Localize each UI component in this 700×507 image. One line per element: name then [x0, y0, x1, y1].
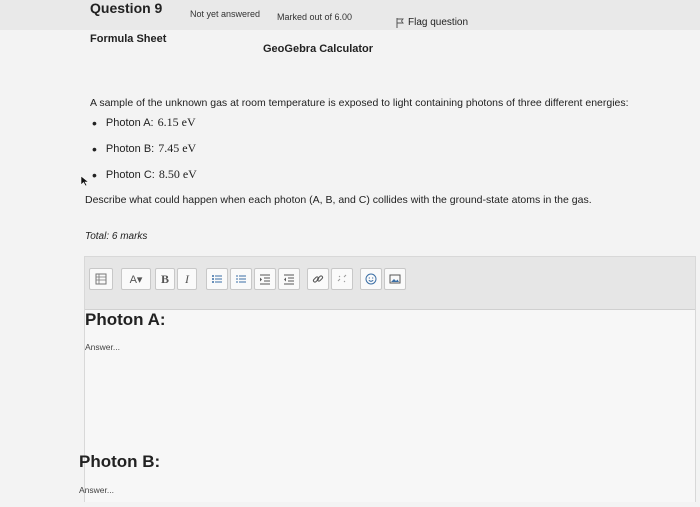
question-number: Question 9 — [90, 0, 163, 16]
photon-c-item: • Photon C: 8.50 eV — [92, 167, 197, 182]
link-button[interactable] — [307, 268, 329, 290]
unlink-icon — [337, 274, 347, 283]
photon-b-item: • Photon B: 7.45 eV — [92, 141, 196, 156]
indent-icon — [260, 274, 270, 285]
flag-icon — [396, 17, 404, 28]
photon-c-label: Photon C: — [105, 168, 155, 181]
total-marks: Total: 6 marks — [85, 231, 148, 242]
question-marks: Marked out of 6.00 — [277, 12, 353, 22]
flag-question-link[interactable]: Flag question — [396, 17, 468, 28]
bullet-icon: • — [92, 114, 97, 131]
question-prompt: Describe what could happen when each pho… — [85, 194, 592, 206]
editor-toolbar: A▾ B I — [85, 257, 695, 310]
photon-a-heading: Photon A: — [85, 310, 166, 329]
cursor-icon — [80, 175, 90, 187]
bullet-list-icon — [212, 275, 222, 283]
flag-question-label: Flag question — [408, 17, 469, 28]
unlink-button[interactable] — [331, 268, 353, 290]
outdent-icon — [284, 274, 294, 285]
photon-a-item: • Photon A: 6.15 eV — [92, 115, 196, 130]
answer-area-b[interactable]: Photon B: Answer... — [79, 447, 695, 507]
photon-b-value: 7.45 eV — [158, 141, 197, 155]
photon-b-label: Photon B: — [105, 142, 155, 155]
photon-c-value: 8.50 eV — [158, 167, 197, 181]
answer-a-placeholder: Answer... — [85, 342, 120, 352]
emoji-button[interactable] — [360, 268, 382, 290]
bullet-list-button[interactable] — [206, 268, 228, 290]
bullet-icon: • — [92, 140, 97, 157]
image-icon — [389, 274, 401, 284]
italic-button[interactable]: I — [177, 268, 197, 290]
numbered-list-icon — [236, 275, 246, 283]
photon-b-heading: Photon B: — [79, 452, 161, 471]
bullet-icon: • — [92, 166, 97, 183]
question-intro: A sample of the unknown gas at room temp… — [90, 97, 629, 109]
bold-button[interactable]: B — [155, 268, 175, 290]
geogebra-calculator-link[interactable]: GeoGebra Calculator — [263, 43, 373, 55]
answer-area-a[interactable]: Photon A: Answer... — [85, 310, 695, 440]
photon-a-value: 6.15 eV — [157, 115, 196, 129]
indent-button[interactable] — [254, 268, 276, 290]
answer-editor[interactable]: A▾ B I Photon A: Answer... Photon B: Ans… — [79, 256, 696, 502]
link-icon — [312, 275, 324, 283]
question-status: Not yet answered — [190, 9, 261, 19]
expand-toolbar-button[interactable] — [89, 268, 113, 290]
photon-a-label: Photon A: — [105, 116, 154, 129]
font-style-button[interactable]: A▾ — [121, 268, 151, 290]
emoji-icon — [365, 273, 377, 285]
outdent-button[interactable] — [278, 268, 300, 290]
numbered-list-button[interactable] — [230, 268, 252, 290]
formula-sheet-link[interactable]: Formula Sheet — [90, 33, 166, 45]
answer-b-placeholder: Answer... — [79, 485, 114, 495]
expand-icon — [95, 273, 107, 285]
insert-image-button[interactable] — [384, 268, 406, 290]
